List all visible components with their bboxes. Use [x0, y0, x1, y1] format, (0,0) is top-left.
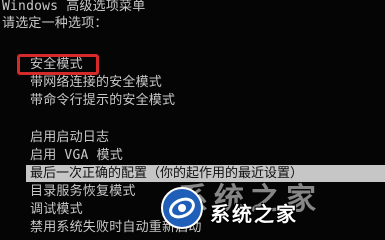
system-home-logo-icon — [161, 187, 203, 229]
menu-prompt: 请选定一种选项： — [2, 16, 108, 31]
watermark-text: 系统之家 — [210, 202, 298, 226]
option-debugging-mode[interactable]: 调试模式 — [30, 201, 83, 218]
option-boot-logging[interactable]: 启用启动日志 — [30, 129, 109, 146]
option-safe-mode-networking[interactable]: 带网络连接的安全模式 — [30, 74, 162, 91]
boot-menu-screen: Windows 高级选项菜单 请选定一种选项： 安全模式 带网络连接的安全模式 … — [0, 0, 385, 240]
option-directory-services-restore[interactable]: 目录服务恢复模式 — [30, 183, 136, 200]
menu-title: Windows 高级选项菜单 — [2, 0, 146, 14]
safe-mode-highlight-box — [17, 54, 99, 75]
watermark: 系统之家 系统之家 — [148, 172, 385, 240]
option-safe-mode-command-prompt[interactable]: 带命令行提示的安全模式 — [30, 92, 175, 109]
option-vga-mode[interactable]: 启用 VGA 模式 — [30, 147, 123, 164]
